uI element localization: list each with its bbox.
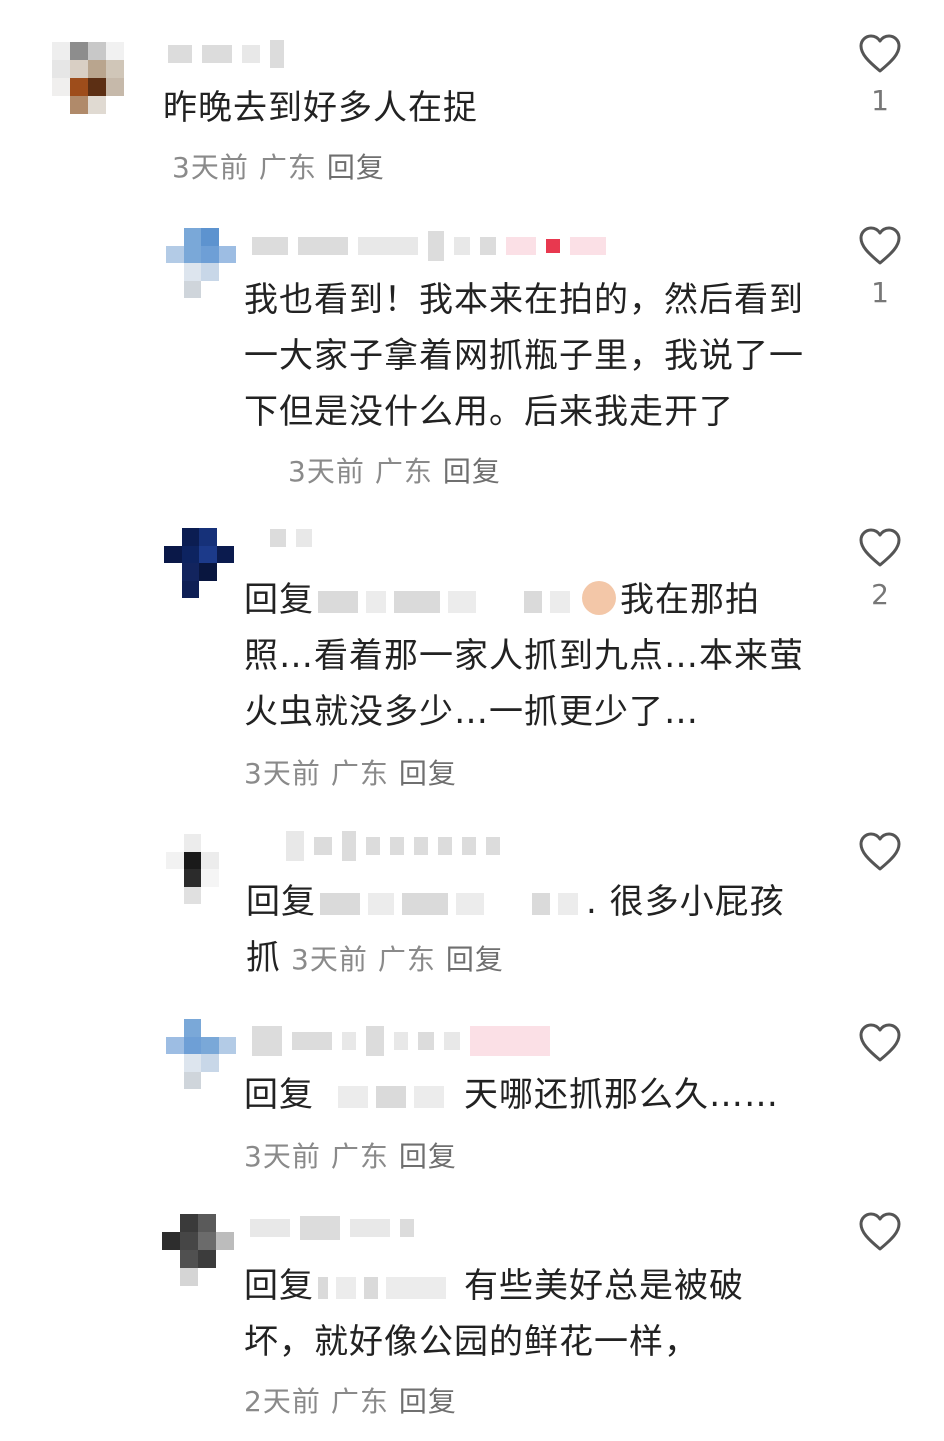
mention-redacted[interactable] bbox=[338, 1085, 368, 1108]
comment-reply-item: 我也看到！我本来在拍的，然后看到一大家子拿着网抓瓶子里，我说了一下但是没什么用。… bbox=[0, 200, 944, 500]
comment-meta: 2天前 广东 回复 bbox=[244, 1380, 457, 1420]
reply-text-line2: 照…看着那一家人抓到九点…本来萤 bbox=[244, 636, 804, 676]
like-button[interactable] bbox=[856, 1023, 904, 1073]
comment-time: 3天前 bbox=[288, 455, 365, 488]
comment-item: 昨晚去到好多人在捉 3天前 广东 回复 1 bbox=[0, 0, 944, 200]
mention-redacted[interactable] bbox=[318, 590, 358, 613]
comment-reply-item: 回复 有些美好总是被破 坏，就好像公园的鲜花一样， 2天前 广东 回复 bbox=[0, 1200, 944, 1441]
reply-prefix: 回复 bbox=[244, 1075, 314, 1115]
heart-outline-icon bbox=[859, 34, 901, 73]
like-button[interactable]: 2 bbox=[856, 528, 904, 611]
comment-time: 3天前 bbox=[172, 151, 249, 184]
reply-text-line1: 有些美好总是被破 bbox=[464, 1266, 744, 1306]
comment-text: 回复. 很多小屁孩 抓 3天前 广东 回复 bbox=[246, 874, 806, 988]
reply-button[interactable]: 回复 bbox=[399, 757, 457, 790]
comment-reply-item: 回复 我在那拍 照…看着那一家人抓到九点…本来萤 火虫就没多少…一抓更少了… 3天… bbox=[0, 500, 944, 810]
comment-text: 回复 我在那拍 照…看着那一家人抓到九点…本来萤 火虫就没多少…一抓更少了… bbox=[244, 572, 814, 740]
username-redacted[interactable] bbox=[168, 40, 284, 68]
comment-text: 昨晚去到好多人在捉 bbox=[163, 88, 478, 128]
avatar[interactable] bbox=[166, 834, 236, 904]
comment-reply-item: 回复. 很多小屁孩 抓 3天前 广东 回复 bbox=[0, 810, 944, 1005]
like-count: 1 bbox=[871, 276, 889, 309]
comment-meta: 3天前 广东 回复 bbox=[291, 943, 504, 976]
comment-time: 3天前 bbox=[244, 757, 321, 790]
like-count: 2 bbox=[871, 578, 889, 611]
reply-text-line1: . 很多小屁孩 bbox=[586, 882, 785, 922]
comment-text: 我也看到！我本来在拍的，然后看到一大家子拿着网抓瓶子里，我说了一下但是没什么用。… bbox=[244, 280, 804, 432]
username-redacted[interactable] bbox=[252, 231, 606, 261]
avatar[interactable] bbox=[166, 1019, 236, 1089]
reply-button[interactable]: 回复 bbox=[443, 455, 501, 488]
like-button[interactable]: 1 bbox=[856, 34, 904, 117]
reply-text-line3: 火虫就没多少…一抓更少了… bbox=[244, 692, 699, 732]
reply-prefix: 回复 bbox=[244, 580, 314, 620]
reply-prefix: 回复 bbox=[246, 882, 316, 922]
like-button[interactable]: 1 bbox=[856, 226, 904, 309]
reply-button[interactable]: 回复 bbox=[327, 151, 385, 184]
reply-text-line1: 天哪还抓那么久…… bbox=[464, 1075, 779, 1115]
reply-button[interactable]: 回复 bbox=[399, 1385, 457, 1418]
reply-text-line2: 抓 bbox=[246, 938, 281, 978]
comment-meta: 3天前 广东 回复 bbox=[288, 450, 501, 490]
comment-reply-item: 回复 天哪还抓那么久…… 3天前 广东 回复 bbox=[0, 1005, 944, 1200]
comment-time: 3天前 bbox=[244, 1140, 321, 1173]
heart-outline-icon bbox=[859, 528, 901, 567]
comment-text: 回复 天哪还抓那么久…… bbox=[244, 1067, 804, 1123]
like-button[interactable] bbox=[856, 832, 904, 882]
comment-meta: 3天前 广东 回复 bbox=[244, 1135, 457, 1175]
avatar[interactable] bbox=[52, 42, 124, 114]
username-redacted[interactable] bbox=[286, 831, 500, 861]
comment-location: 广东 bbox=[330, 1140, 389, 1173]
comment-location: 广东 bbox=[258, 151, 317, 184]
mention-redacted[interactable] bbox=[318, 1276, 328, 1299]
comment-time: 3天前 bbox=[291, 943, 368, 976]
reply-prefix: 回复 bbox=[244, 1266, 314, 1306]
like-button[interactable] bbox=[856, 1212, 904, 1262]
heart-outline-icon bbox=[859, 1212, 901, 1251]
like-count: 1 bbox=[871, 84, 889, 117]
heart-outline-icon bbox=[859, 1023, 901, 1062]
comment-location: 广东 bbox=[374, 455, 433, 488]
avatar[interactable] bbox=[162, 1214, 234, 1286]
reply-text-line2: 坏，就好像公园的鲜花一样， bbox=[244, 1322, 699, 1362]
username-redacted[interactable] bbox=[270, 528, 312, 548]
comment-location: 广东 bbox=[330, 1385, 389, 1418]
avatar[interactable] bbox=[164, 528, 234, 598]
heart-outline-icon bbox=[859, 832, 901, 871]
avatar[interactable] bbox=[166, 228, 236, 298]
reply-text-line1: 我在那拍 bbox=[620, 580, 760, 620]
comment-location: 广东 bbox=[330, 757, 389, 790]
comment-time: 2天前 bbox=[244, 1385, 321, 1418]
comment-meta: 3天前 广东 回复 bbox=[244, 752, 457, 792]
username-redacted[interactable] bbox=[250, 1216, 414, 1240]
reply-button[interactable]: 回复 bbox=[399, 1140, 457, 1173]
reply-button[interactable]: 回复 bbox=[446, 943, 504, 976]
face-emoji-icon bbox=[582, 580, 616, 615]
comment-meta: 3天前 广东 回复 bbox=[172, 146, 385, 186]
username-redacted[interactable] bbox=[252, 1026, 550, 1056]
comment-text: 回复 有些美好总是被破 坏，就好像公园的鲜花一样， bbox=[244, 1258, 804, 1370]
heart-outline-icon bbox=[859, 226, 901, 265]
mention-redacted[interactable] bbox=[320, 892, 360, 915]
comment-location: 广东 bbox=[377, 943, 436, 976]
